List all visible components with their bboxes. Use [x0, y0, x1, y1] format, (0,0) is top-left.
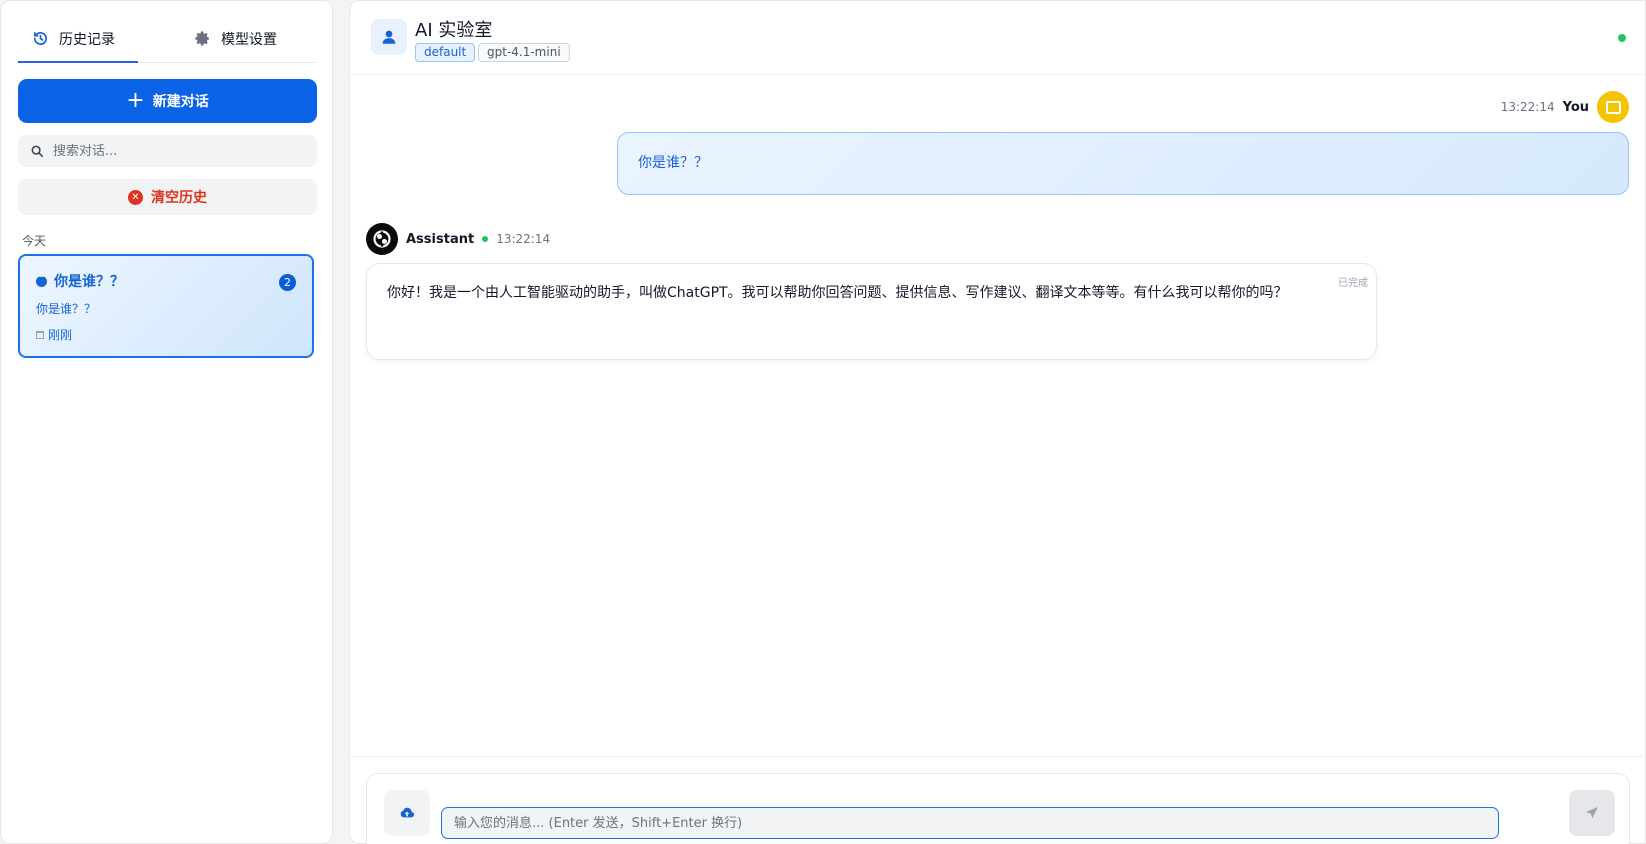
sidebar: 历史记录 模型设置 + 新建对话 ✕ 清空历史 今天 你是谁？？ 2 你是谁？？… [0, 0, 333, 844]
tab-history[interactable]: 历史记录 [18, 15, 138, 63]
cloud-upload-icon [400, 807, 415, 818]
user-message-time: 13:22:14 [1500, 100, 1555, 114]
assistant-status-dot [482, 236, 489, 242]
chat-header: AI 实验室 default gpt-4.1-mini [350, 1, 1645, 75]
conversation-time: 刚刚 [36, 326, 72, 343]
assistant-message-text: 你好！我是一个由人工智能驱动的助手，叫做ChatGPT。我可以帮助你回答问题、提… [387, 285, 1288, 301]
send-icon [1586, 807, 1598, 819]
assistant-message-meta: Assistant 13:22:14 [366, 223, 550, 255]
conversation-title-row: 你是谁？？ [36, 271, 124, 291]
message-count-badge: 2 [279, 274, 296, 291]
user-icon [382, 30, 396, 44]
sidebar-tabs: 历史记录 模型设置 [18, 15, 316, 63]
page-title: AI 实验室 [415, 20, 493, 41]
chat-bubble-icon [36, 272, 47, 287]
search-icon [31, 145, 44, 158]
user-message-bubble: 你是谁？？ [617, 132, 1629, 195]
chat-panel: AI 实验室 default gpt-4.1-mini 13:22:14 You… [349, 0, 1646, 844]
message-composer [366, 773, 1630, 844]
history-icon [33, 31, 47, 45]
search-box [18, 135, 317, 167]
gear-icon [195, 31, 209, 46]
conversation-preview: 你是谁？？ [36, 302, 97, 316]
bot-avatar [371, 19, 407, 55]
clear-history-button[interactable]: ✕ 清空历史 [18, 179, 317, 215]
assistant-message-time: 13:22:14 [496, 232, 551, 246]
conversation-time-label: 刚刚 [48, 328, 73, 342]
upload-button[interactable] [384, 790, 430, 836]
user-avatar [1597, 91, 1629, 123]
tab-history-label: 历史记录 [59, 31, 115, 48]
assistant-avatar [366, 223, 398, 255]
profile-tag: default [415, 43, 476, 62]
tab-model-settings-label: 模型设置 [221, 31, 277, 48]
online-status-dot [1618, 34, 1626, 42]
close-circle-icon: ✕ [128, 189, 143, 205]
user-message-meta: 13:22:14 You [1501, 91, 1629, 123]
tab-model-settings[interactable]: 模型设置 [176, 15, 286, 62]
message-input[interactable] [441, 807, 1499, 839]
send-button[interactable] [1569, 790, 1615, 836]
folder-icon [1605, 100, 1621, 114]
assistant-name: Assistant [406, 231, 475, 247]
message-status-label: 已完成 [1338, 278, 1368, 289]
plus-icon: + [126, 88, 145, 113]
new-chat-button[interactable]: + 新建对话 [18, 79, 317, 123]
user-name: You [1562, 99, 1589, 115]
clear-history-label: 清空历史 [151, 190, 207, 206]
new-chat-label: 新建对话 [152, 94, 209, 110]
composer-divider [350, 756, 1645, 757]
search-input[interactable] [53, 143, 303, 159]
conversation-title: 你是谁？？ [54, 274, 124, 290]
conversation-item[interactable]: 你是谁？？ 2 你是谁？？ 刚刚 [18, 254, 314, 358]
model-tag: gpt-4.1-mini [478, 43, 570, 62]
calendar-icon [36, 330, 44, 339]
date-group-label: 今天 [22, 234, 47, 248]
assistant-message-bubble: 你好！我是一个由人工智能驱动的助手，叫做ChatGPT。我可以帮助你回答问题、提… [366, 263, 1377, 360]
openai-logo-icon [373, 230, 391, 248]
